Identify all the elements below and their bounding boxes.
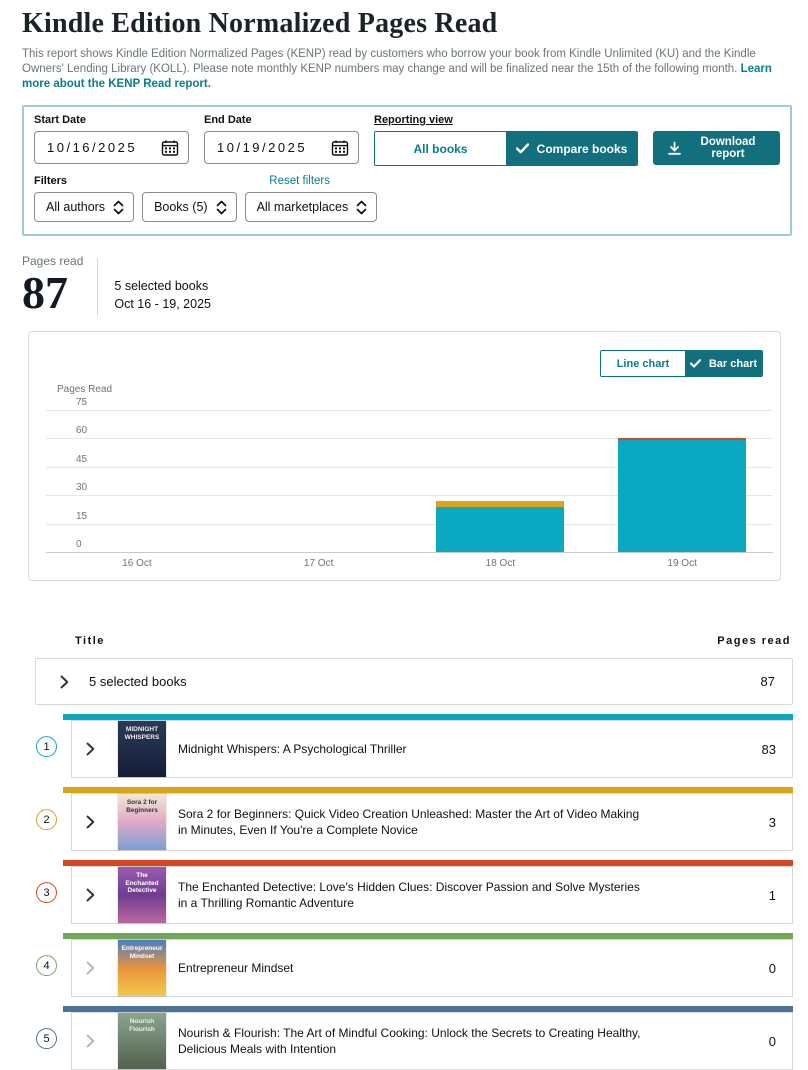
column-header-title: Title [75,635,105,647]
page-description: This report shows Kindle Edition Normali… [22,47,790,92]
book-row-card[interactable]: Entrepreneur Mindset Entrepreneur Mindse… [71,939,793,997]
book-pages-read: 1 [769,888,776,903]
bar-segment[interactable] [618,440,746,552]
book-pages-read: 83 [762,742,776,757]
book-title: Sora 2 for Beginners: Quick Video Creati… [178,806,648,838]
calendar-icon[interactable] [161,139,179,157]
summary-divider [97,258,98,316]
chevron-right-icon[interactable] [86,1034,95,1048]
authors-dropdown[interactable]: All authors [34,192,134,222]
compare-books-toggle[interactable]: Compare books [506,132,637,165]
reporting-view-toggle: All books Compare books [374,131,638,166]
bar-chart-toggle[interactable]: Bar chart [685,351,762,376]
row-number-badge: 3 [36,882,57,903]
books-table: Title Pages read 5 selected books 87 1 M… [35,635,793,1070]
book-cover-thumbnail: Entrepreneur Mindset [118,940,166,996]
bar-chart-plot: 7560453015016 Oct17 Oct18 Oct19 Oct [46,410,773,552]
row-number-badge: 2 [36,809,57,830]
chevron-right-icon[interactable] [86,742,95,756]
unfold-icon [113,200,124,215]
chevron-right-icon[interactable] [86,815,95,829]
bar-stack [436,501,564,552]
x-tick-label: 19 Oct [667,558,696,569]
row-number-badge: 5 [36,1028,57,1049]
date-range: Oct 16 - 19, 2025 [114,295,211,313]
start-date-label: Start Date [34,114,189,126]
gridline [46,552,773,553]
download-report-button[interactable]: Download report [653,131,780,165]
book-row-card[interactable]: MIDNIGHT WHISPERS Midnight Whispers: A P… [71,720,793,778]
summary-row-value: 87 [761,674,775,689]
book-pages-read: 3 [769,815,776,830]
selected-books-count: 5 selected books [114,277,211,295]
filter-panel: Start Date 10/16/2025 End Date 10/19/202… [22,105,792,236]
book-title: The Enchanted Detective: Love's Hidden C… [178,879,648,911]
book-cover-thumbnail: Nourish Flourish [118,1013,166,1069]
y-tick-label: 45 [76,454,87,465]
unfold-icon [356,200,367,215]
line-chart-toggle[interactable]: Line chart [601,351,685,376]
book-pages-read: 0 [769,961,776,976]
book-row: 3 The Enchanted Detective The Enchanted … [63,860,793,924]
x-tick-label: 16 Oct [122,558,151,569]
row-number-badge: 1 [36,736,57,757]
book-cover-thumbnail: The Enchanted Detective [118,867,166,923]
book-row: 1 MIDNIGHT WHISPERS Midnight Whispers: A… [63,714,793,778]
page-title: Kindle Edition Normalized Pages Read [22,8,793,40]
chart-type-toggle: Line chart Bar chart [600,350,763,377]
unfold-icon [216,200,227,215]
book-cover-thumbnail: MIDNIGHT WHISPERS [118,721,166,777]
end-date-group: End Date 10/19/2025 [204,112,359,164]
book-title: Midnight Whispers: A Psychological Thril… [178,741,407,757]
summary-table-row[interactable]: 5 selected books 87 [35,658,793,705]
chevron-right-icon[interactable] [60,675,69,689]
check-icon [516,143,529,154]
y-tick-label: 30 [76,482,87,493]
book-title: Entrepreneur Mindset [178,960,293,976]
row-number-badge: 4 [36,955,57,976]
filters-label: Filters [34,175,67,187]
gridline [46,410,773,411]
start-date-input[interactable]: 10/16/2025 [34,131,189,164]
pages-read-total: 87 [22,270,83,316]
marketplaces-dropdown[interactable]: All marketplaces [245,192,378,222]
x-tick-label: 17 Oct [304,558,333,569]
end-date-label: End Date [204,114,359,126]
y-tick-label: 75 [76,397,87,408]
book-row-card[interactable]: The Enchanted Detective The Enchanted De… [71,866,793,924]
book-title: Nourish & Flourish: The Art of Mindful C… [178,1025,648,1057]
chevron-right-icon[interactable] [86,888,95,902]
chevron-right-icon[interactable] [86,961,95,975]
x-tick-label: 18 Oct [486,558,515,569]
book-row: 2 Sora 2 for Beginners Sora 2 for Beginn… [63,787,793,851]
pages-read-summary: Pages read 87 5 selected books Oct 16 - … [22,254,793,316]
bar-stack [618,438,746,552]
books-dropdown[interactable]: Books (5) [142,192,237,222]
check-icon [690,359,701,368]
reporting-view-group: Reporting view All books Compare books [374,112,638,166]
start-date-group: Start Date 10/16/2025 [34,112,189,164]
reporting-view-label: Reporting view [374,114,638,126]
download-icon [667,141,682,156]
y-tick-label: 60 [76,425,87,436]
calendar-icon[interactable] [331,139,349,157]
reset-filters-link[interactable]: Reset filters [269,175,330,187]
chart-card: Line chart Bar chart Pages Read 75 60 45 30… [28,331,781,581]
chart-y-axis-label: Pages Read [57,384,112,395]
book-row: 5 Nourish Flourish Nourish & Flourish: T… [63,1006,793,1070]
book-row-card[interactable]: Nourish Flourish Nourish & Flourish: The… [71,1012,793,1070]
book-pages-read: 0 [769,1034,776,1049]
all-books-toggle[interactable]: All books [375,132,506,165]
column-header-pages-read: Pages read [717,635,791,647]
book-cover-thumbnail: Sora 2 for Beginners [118,794,166,850]
pages-read-label: Pages read [22,254,83,268]
book-row-card[interactable]: Sora 2 for Beginners Sora 2 for Beginner… [71,793,793,851]
summary-row-label: 5 selected books [89,674,187,689]
end-date-input[interactable]: 10/19/2025 [204,131,359,164]
book-row: 4 Entrepreneur Mindset Entrepreneur Mind… [63,933,793,997]
y-tick-label: 15 [76,511,87,522]
bar-segment[interactable] [436,507,564,552]
y-tick-label: 0 [76,539,82,550]
